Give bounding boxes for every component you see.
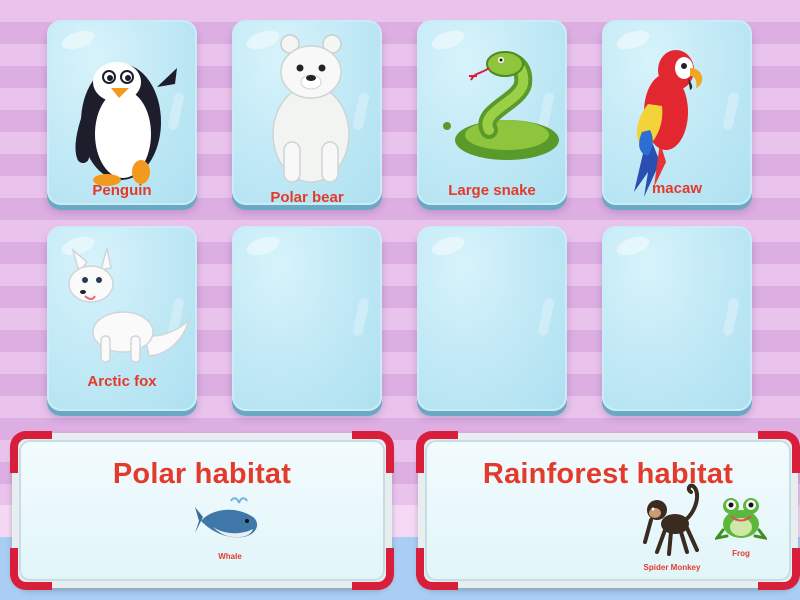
habitat-title: Rainforest habitat: [482, 458, 734, 490]
habitat-item-label: Spider Monkey: [643, 563, 701, 572]
card-label: macaw: [651, 180, 703, 197]
habitat-title: Polar habitat: [112, 458, 292, 490]
macaw-icon: [634, 50, 703, 197]
card-label: Polar bear: [270, 189, 344, 205]
snake-icon: [443, 51, 559, 160]
habitat-item-label: Whale: [218, 552, 242, 561]
polar-habitat-dropzone[interactable]: Polar habitat Whale: [10, 431, 394, 590]
frog-icon: [713, 498, 769, 541]
spider-monkey-icon: [643, 483, 700, 556]
habitat-item-frog[interactable]: Frog: [713, 492, 769, 558]
card-empty-slot[interactable]: [602, 226, 752, 411]
card-large-snake[interactable]: Large snake: [417, 20, 567, 205]
card-label: Arctic fox: [87, 373, 157, 390]
card-empty-slot[interactable]: [417, 226, 567, 411]
rainforest-habitat-dropzone[interactable]: Rainforest habitat Spider Monkey Frog: [416, 431, 800, 590]
whale-icon: [195, 497, 258, 538]
card-label: Large snake: [448, 182, 536, 199]
penguin-icon: [75, 62, 177, 186]
polar-bear-icon: [272, 34, 350, 183]
card-empty-slot[interactable]: [232, 226, 382, 411]
card-polar-bear[interactable]: Polar bear: [232, 20, 382, 205]
card-macaw[interactable]: macaw: [602, 20, 752, 205]
habitat-item-whale[interactable]: Whale: [195, 495, 265, 561]
card-arctic-fox[interactable]: Arctic fox: [47, 226, 197, 411]
habitat-item-spider-monkey[interactable]: Spider Monkey: [637, 482, 707, 572]
card-label: Penguin: [92, 182, 152, 199]
habitat-item-label: Frog: [732, 549, 750, 558]
card-penguin[interactable]: Penguin: [47, 20, 197, 205]
